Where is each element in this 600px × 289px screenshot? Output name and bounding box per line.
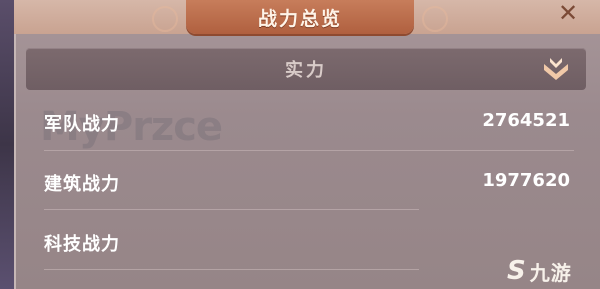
- close-button[interactable]: ✕: [551, 0, 585, 27]
- stat-value: 1977620: [482, 170, 570, 191]
- stat-row-building: 建筑战力 1977620: [44, 162, 570, 202]
- close-icon: ✕: [557, 0, 579, 27]
- stat-row-technology: 科技战力: [44, 222, 570, 262]
- title-plaque: 战力总览: [152, 0, 448, 34]
- collapse-chevron-icon: [544, 58, 568, 80]
- divider: [44, 269, 419, 270]
- site-logo: S 九游: [507, 256, 572, 286]
- stat-row-army: 军队战力 2764521: [44, 102, 570, 142]
- collapse-button[interactable]: [540, 54, 572, 84]
- divider: [44, 209, 419, 210]
- stat-label: 科技战力: [44, 234, 120, 255]
- stat-label: 军队战力: [44, 114, 120, 135]
- stat-label: 建筑战力: [44, 174, 120, 195]
- divider: [44, 150, 574, 151]
- page-title: 战力总览: [257, 7, 342, 30]
- section-header-strength[interactable]: 实力: [26, 48, 586, 90]
- logo-text: 九游: [529, 260, 572, 285]
- section-title: 实力: [285, 60, 327, 81]
- logo-mark-icon: S: [507, 256, 526, 286]
- stat-value: 2764521: [482, 110, 570, 131]
